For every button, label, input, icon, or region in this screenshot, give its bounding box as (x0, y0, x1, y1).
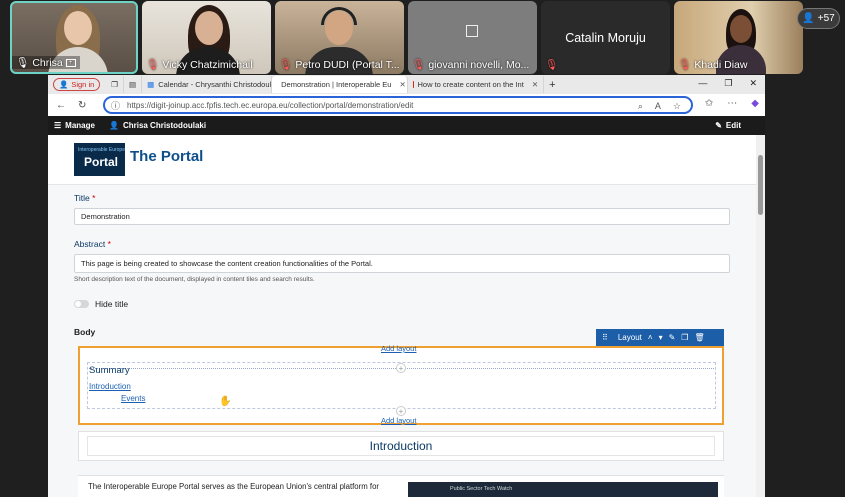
mic-muted-indicator: 🎙 (541, 58, 562, 71)
address-bar[interactable]: ⓘ https://digit-joinup.acc.fpfis.tech.ec… (103, 96, 693, 114)
favorites-icon[interactable]: ✩ (705, 98, 713, 109)
favorite-star-icon[interactable]: ☆ (673, 101, 681, 112)
meeting-window: 🎙 Chrisa + 🎙 Vicky Chatzimichail 🎙 Petro… (0, 0, 845, 497)
sign-in-button[interactable]: 👤 Sign in (53, 78, 101, 91)
participant-tile-2[interactable]: 🎙 Vicky Chatzimichail (142, 1, 271, 74)
mic-muted-icon: 🎙 (545, 59, 559, 71)
content-row: The Interoperable Europe Portal serves a… (78, 475, 724, 497)
participant-tile-4[interactable]: 🎙 giovanni novelli, Mo... (408, 1, 537, 74)
participant-name: 🎙 Khadi Diaw (678, 58, 748, 72)
duplicate-icon[interactable]: ❐ (681, 333, 688, 342)
site-header: Interoperable Europe Portal The Portal (48, 135, 756, 185)
summary-link-events[interactable]: Events (121, 394, 145, 403)
participant-name: 🎙 Chrisa + (12, 56, 80, 69)
share-icon: + (65, 58, 76, 67)
zoom-icon[interactable]: ⌕ (638, 101, 643, 112)
drag-handle-icon[interactable]: ⠿ (602, 333, 608, 342)
close-window-icon[interactable]: ✕ (749, 78, 757, 89)
tab-bar: 👤 Sign in ❐ ▤ ▦ Calendar - Chrysanthi Ch… (48, 75, 765, 94)
layout-toolbar: ⠿ Layout ˄ ▾ ✎ ❐ 🗑 (596, 329, 724, 346)
add-layout-top-link[interactable]: Add layout (381, 344, 416, 353)
summary-link-introduction[interactable]: Introduction (89, 382, 131, 391)
pencil-icon: ✎ (715, 121, 722, 130)
participant-name: Catalin Moruju (565, 31, 646, 45)
more-menu-icon[interactable]: ⋯ (727, 98, 737, 109)
body-label: Body (74, 327, 96, 337)
tab-youtube[interactable]: How to create content on the Int ✕ (408, 76, 545, 93)
introduction-heading: Introduction (87, 436, 715, 456)
mic-muted-icon: 🎙 (412, 59, 426, 71)
add-block-icon[interactable]: + (396, 406, 406, 416)
hide-title-toggle[interactable] (74, 300, 89, 308)
hand-cursor-icon: ✋ (219, 396, 232, 407)
participant-name: 🎙 giovanni novelli, Mo... (412, 58, 530, 72)
participant-name: 🎙 Vicky Chatzimichail (146, 58, 253, 72)
abstract-help: Short description text of the document, … (74, 276, 315, 283)
mic-on-icon: 🎙 (16, 57, 30, 69)
reload-icon[interactable]: ↻ (78, 100, 86, 111)
mic-muted-icon: 🎙 (678, 59, 692, 71)
read-aloud-icon[interactable]: A (655, 101, 661, 112)
edit-button[interactable]: ✎ Edit (715, 121, 741, 130)
participant-tile-5[interactable]: Catalin Moruju 🎙 (541, 1, 670, 74)
participant-tile-1[interactable]: 🎙 Chrisa + (10, 1, 138, 74)
media-thumbnail[interactable]: Public Sector Tech Watch (408, 482, 718, 497)
add-layout-bottom-link[interactable]: Add layout (381, 416, 416, 425)
move-up-icon[interactable]: ˄ (648, 333, 653, 342)
workspaces-icon[interactable]: ❐ (106, 76, 125, 93)
admin-toolbar: ☰ Manage 👤 Chrisa Christodoulaki ✎ Edit (48, 116, 765, 135)
title-label: Title * (74, 193, 96, 203)
layout-section[interactable]: Add layout + Summary Introduction Events… (78, 344, 724, 425)
minimize-icon[interactable]: — (698, 78, 707, 89)
address-row: ← ↻ ⓘ https://digit-joinup.acc.fpfis.tec… (48, 94, 765, 116)
copilot-icon[interactable]: ◆ (751, 98, 759, 109)
page-scrollbar[interactable] (756, 135, 765, 497)
user-menu[interactable]: 👤 Chrisa Christodoulaki (109, 121, 206, 130)
info-icon: ⓘ (111, 100, 121, 111)
abstract-label: Abstract * (74, 239, 111, 249)
title-input[interactable]: Demonstration (74, 208, 730, 225)
page-content: Interoperable Europe Portal The Portal T… (48, 135, 756, 497)
person-icon: 👤 (802, 13, 815, 24)
back-icon[interactable]: ← (56, 100, 66, 111)
pencil-icon[interactable]: ✎ (669, 333, 676, 342)
tab-actions-icon[interactable]: ▤ (124, 76, 143, 93)
participant-tile-6[interactable]: 🎙 Khadi Diaw (674, 1, 803, 74)
close-icon[interactable]: ✕ (399, 80, 405, 89)
summary-block[interactable]: Summary Introduction Events ✋ (87, 362, 716, 409)
trash-icon[interactable]: 🗑 (694, 333, 704, 342)
summary-heading: Summary (89, 365, 130, 376)
hamburger-icon: ☰ (54, 121, 62, 130)
body-paragraph: The Interoperable Europe Portal serves a… (88, 482, 379, 491)
calendar-icon: ▦ (147, 80, 155, 89)
participant-name: 🎙 Petro DUDI (Portal T... (279, 58, 400, 72)
mic-muted-icon: 🎙 (279, 59, 293, 71)
close-icon[interactable]: ✕ (532, 80, 538, 89)
manage-menu[interactable]: ☰ Manage (54, 121, 95, 130)
tab-calendar[interactable]: ▦ Calendar - Chrysanthi Christodoulaki✕ (142, 76, 273, 93)
participant-tile-3[interactable]: 🎙 Petro DUDI (Portal T... (275, 1, 404, 74)
site-name[interactable]: The Portal (130, 148, 203, 165)
shared-browser-window: 👤 Sign in ❐ ▤ ▦ Calendar - Chrysanthi Ch… (48, 75, 765, 497)
building-icon (466, 25, 478, 37)
chevron-down-icon[interactable]: ▾ (659, 333, 663, 342)
introduction-section[interactable]: Introduction (78, 431, 724, 461)
more-participants-button[interactable]: 👤 +57 (797, 8, 840, 29)
new-tab-button[interactable]: + (544, 76, 560, 93)
window-controls: — ❐ ✕ (698, 78, 757, 89)
restore-icon[interactable]: ❐ (724, 78, 732, 89)
user-icon: 👤 (108, 121, 119, 130)
mic-muted-icon: 🎙 (146, 59, 160, 71)
tab-demonstration[interactable]: Demonstration | Interoperable Eu ✕ (272, 76, 409, 93)
hide-title-label: Hide title (95, 299, 129, 309)
abstract-input[interactable]: This page is being created to showcase t… (74, 254, 730, 273)
profile-icon: 👤 (59, 80, 69, 89)
portal-logo[interactable]: Interoperable Europe Portal (74, 143, 125, 176)
